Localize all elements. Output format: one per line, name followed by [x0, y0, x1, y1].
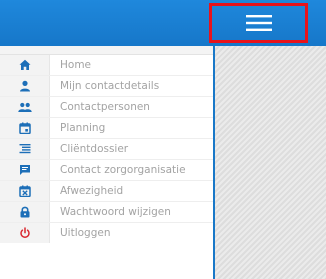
menu-label-planning: Planning [60, 122, 106, 134]
icon-cell [0, 181, 50, 201]
menu-item-contact-zorgorganisatie[interactable]: Contact zorgorganisatie [0, 160, 213, 181]
menu-item-uitloggen[interactable]: Uitloggen [0, 223, 213, 243]
list-icon [19, 144, 30, 154]
menu-label-wachtwoord-wijzigen: Wachtwoord wijzigen [60, 206, 171, 218]
content-backdrop[interactable] [215, 46, 326, 279]
menu-label-contact-zorgorganisatie: Contact zorgorganisatie [60, 164, 186, 176]
menu-label-home: Home [60, 59, 92, 71]
menu-label-uitloggen: Uitloggen [60, 227, 111, 239]
icon-cell [0, 55, 50, 75]
icon-cell [0, 223, 50, 243]
icon-cell [0, 97, 50, 117]
menu-toggle-button[interactable] [209, 3, 308, 43]
menu-item-clientdossier[interactable]: Cliëntdossier [0, 139, 213, 160]
calendar-cross-icon [18, 185, 31, 197]
sidebar-top-strip [0, 46, 213, 55]
menu-label-contactpersonen: Contactpersonen [60, 101, 150, 113]
lock-icon [20, 206, 29, 218]
menu-list: Home Mijn contactdetails Contactpersonen… [0, 55, 213, 243]
app-header [0, 0, 326, 46]
menu-item-wachtwoord-wijzigen[interactable]: Wachtwoord wijzigen [0, 202, 213, 223]
person-icon [19, 80, 30, 92]
sidebar-menu: Home Mijn contactdetails Contactpersonen… [0, 46, 215, 279]
icon-cell [0, 118, 50, 138]
hamburger-menu-icon [245, 15, 272, 31]
home-icon [19, 59, 30, 70]
icon-cell [0, 139, 50, 159]
menu-label-clientdossier: Cliëntdossier [60, 143, 129, 155]
menu-item-contactdetails[interactable]: Mijn contactdetails [0, 76, 213, 97]
icon-cell [0, 76, 50, 96]
menu-label-afwezigheid: Afwezigheid [60, 185, 124, 197]
icon-cell [0, 160, 50, 180]
people-icon [17, 102, 32, 112]
menu-item-contactpersonen[interactable]: Contactpersonen [0, 97, 213, 118]
calendar-icon [18, 122, 31, 134]
chat-icon [19, 165, 30, 175]
menu-item-planning[interactable]: Planning [0, 118, 213, 139]
menu-item-afwezigheid[interactable]: Afwezigheid [0, 181, 213, 202]
power-icon [19, 227, 30, 238]
menu-item-home[interactable]: Home [0, 55, 213, 76]
menu-label-contactdetails: Mijn contactdetails [60, 80, 160, 92]
icon-cell [0, 202, 50, 222]
